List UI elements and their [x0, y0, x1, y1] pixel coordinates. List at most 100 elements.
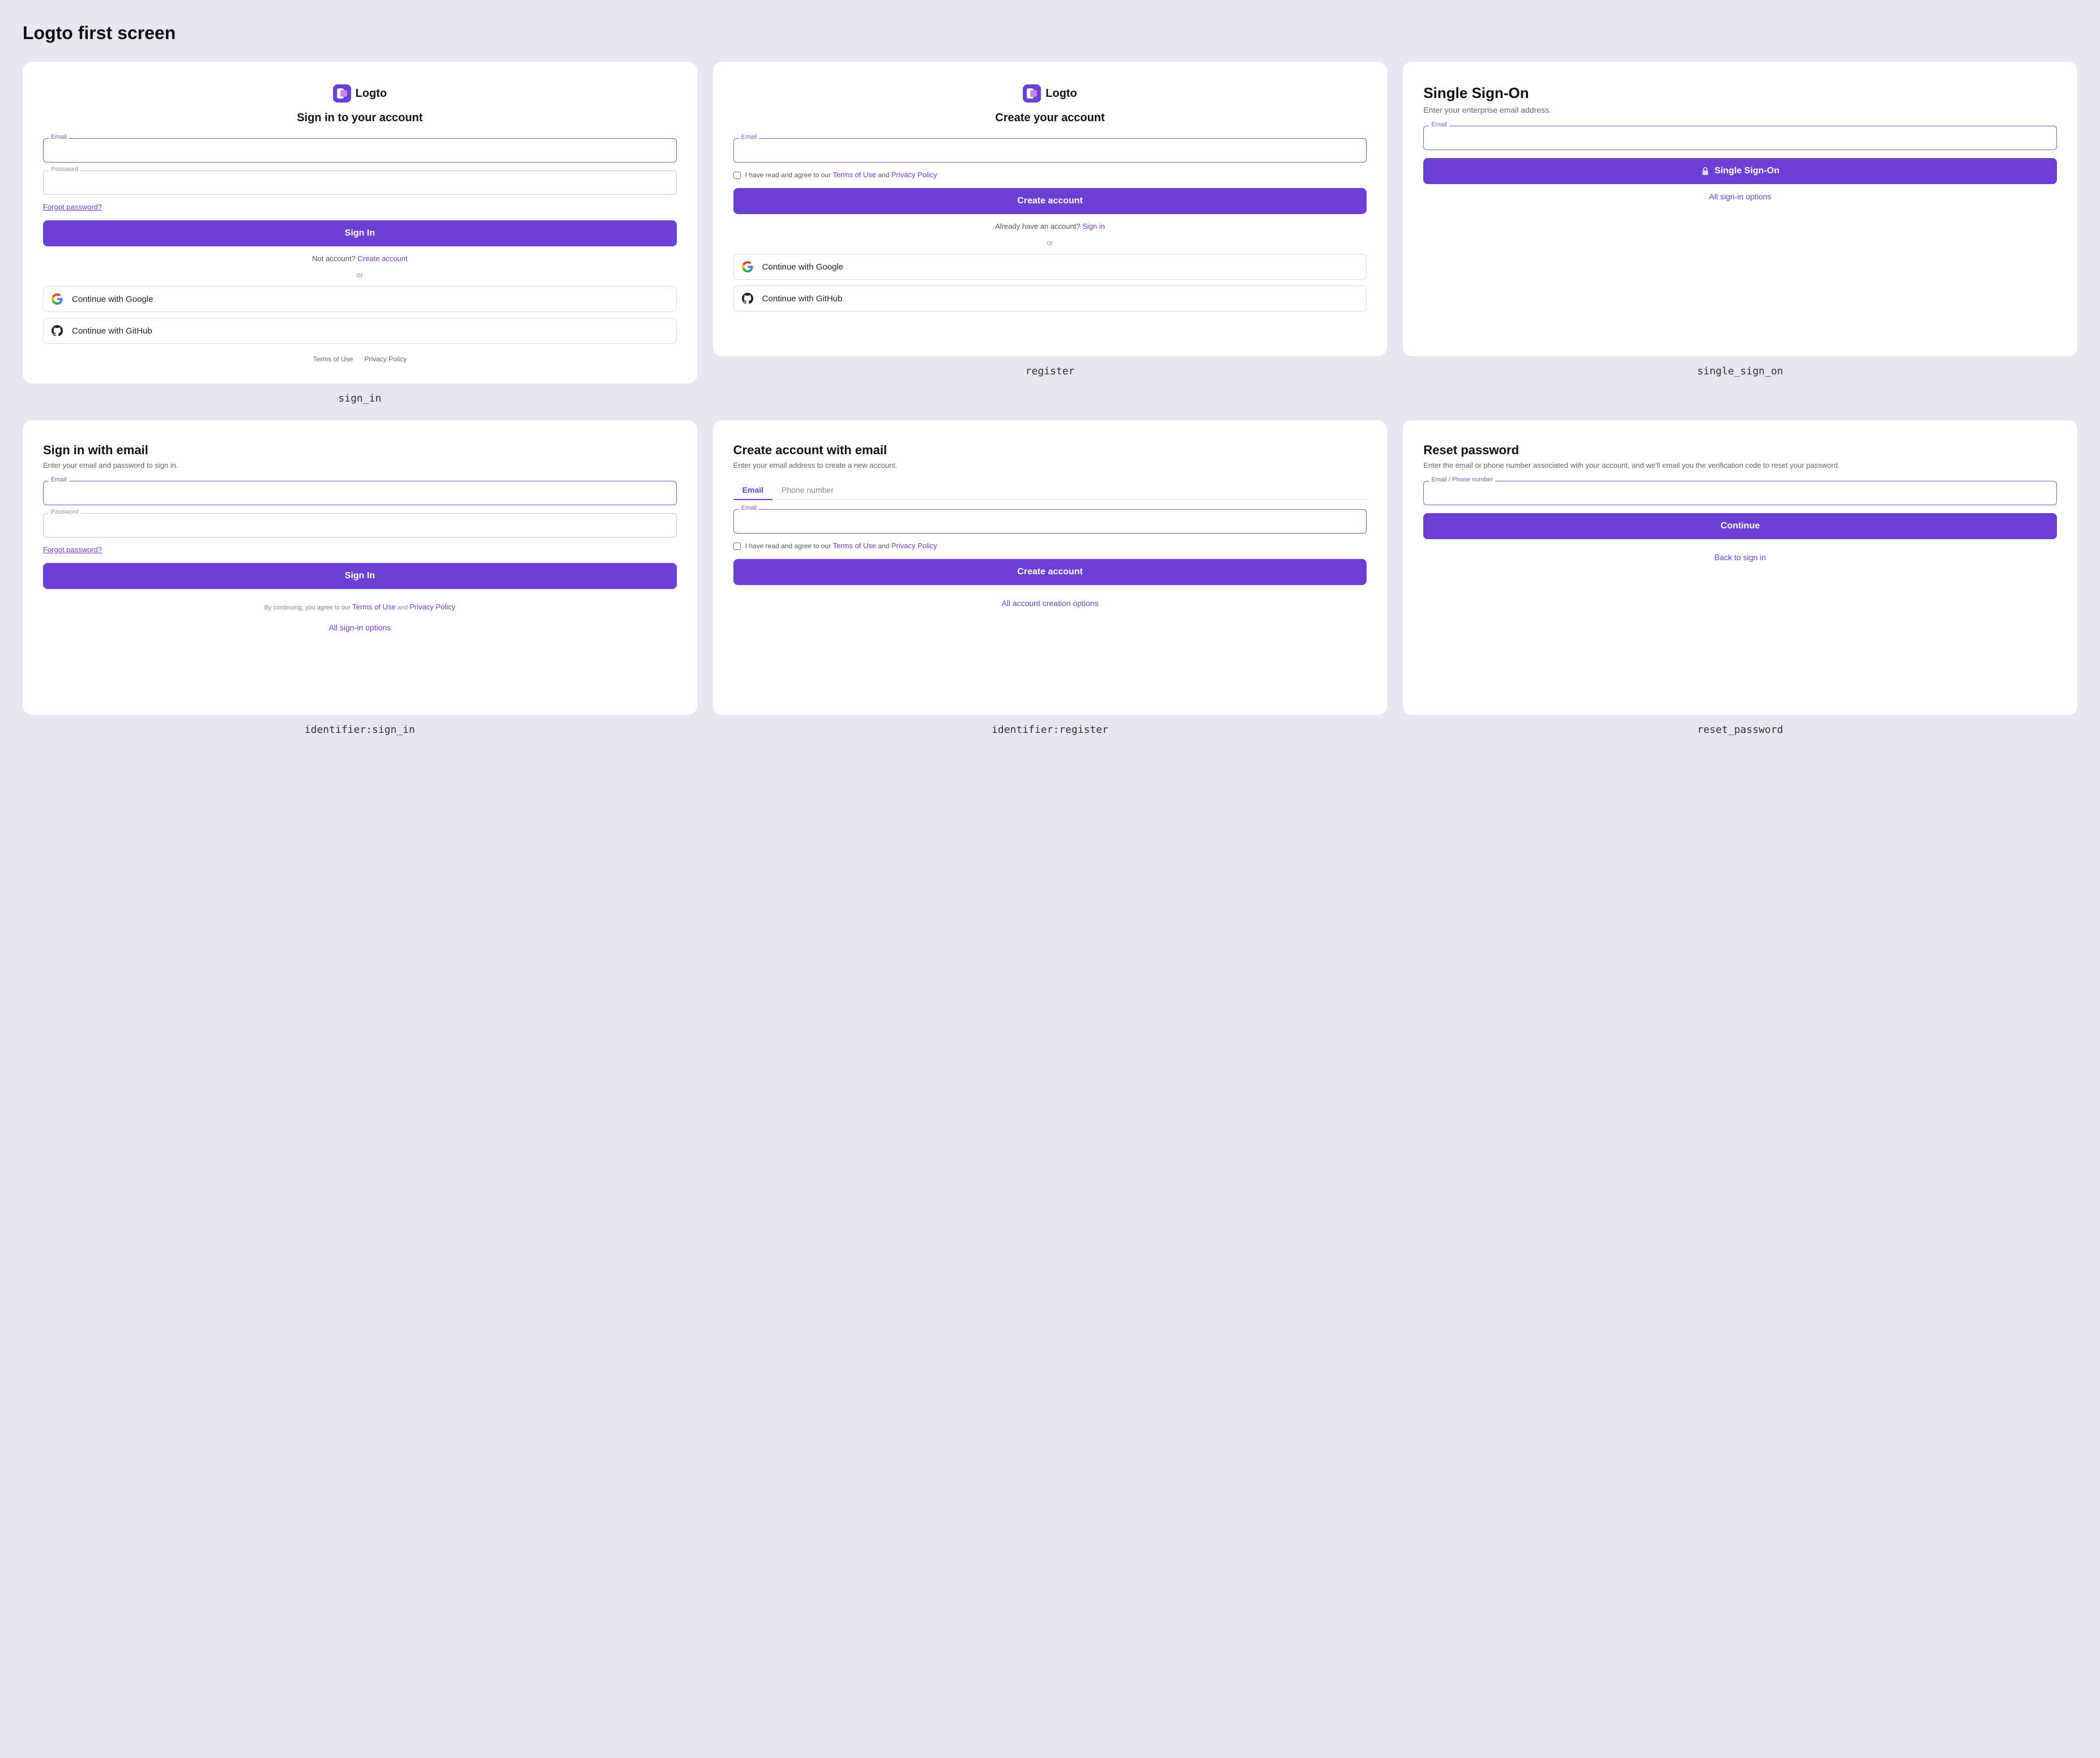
id-signin-terms-link[interactable]: Terms of Use: [352, 603, 396, 611]
register-privacy-link[interactable]: Privacy Policy: [891, 170, 937, 179]
sso-subheading: Enter your enterprise email address.: [1423, 105, 2057, 114]
id-signin-subheading: Enter your email and password to sign in…: [43, 461, 677, 470]
password-label: Password: [49, 166, 80, 173]
google-register-icon: [742, 261, 753, 272]
logo-area: Logto: [43, 84, 677, 103]
email-input-group: Email: [43, 138, 677, 163]
id-signin-password-input[interactable]: [43, 513, 677, 537]
privacy-link[interactable]: Privacy Policy: [364, 355, 407, 363]
id-signin-email-label: Email: [49, 476, 69, 483]
id-signin-privacy-link[interactable]: Privacy Policy: [409, 603, 455, 611]
id-register-terms-row: I have read and agree to our Terms of Us…: [733, 541, 1367, 550]
id-signin-button[interactable]: Sign In: [43, 563, 677, 589]
forgot-password-link[interactable]: Forgot password?: [43, 203, 677, 211]
register-terms-text: I have read and agree to our: [745, 171, 831, 179]
password-input-group: Password: [43, 170, 677, 195]
register-card-label: register: [713, 365, 1388, 377]
or-divider: or: [43, 271, 677, 279]
sso-card: Single Sign-On Enter your enterprise ema…: [1403, 62, 2077, 356]
sign-in-heading: Sign in to your account: [43, 112, 677, 125]
register-heading: Create your account: [733, 112, 1367, 125]
reset-pw-field-group: Email / Phone number: [1423, 481, 2057, 505]
sso-email-input[interactable]: [1423, 126, 2057, 150]
sso-card-label: single_sign_on: [1403, 365, 2077, 377]
id-register-card-label: identifier:register: [713, 724, 1388, 736]
github-signin-button[interactable]: Continue with GitHub: [43, 318, 677, 344]
google-signin-label: Continue with Google: [72, 295, 153, 304]
id-register-email-label: Email: [739, 505, 759, 511]
id-register-subheading: Enter your email address to create a new…: [733, 461, 1367, 470]
lock-icon: [1701, 167, 1710, 176]
reset-pw-field-label: Email / Phone number: [1429, 476, 1495, 483]
register-terms-link[interactable]: Terms of Use: [833, 170, 876, 179]
reset-password-card: Reset password Enter the email or phone …: [1403, 420, 2077, 715]
email-input[interactable]: [43, 138, 677, 163]
tab-email[interactable]: Email: [733, 481, 772, 500]
sign-in-link[interactable]: Sign in: [1082, 222, 1105, 231]
id-register-and: and: [878, 542, 889, 550]
id-signin-heading: Sign in with email: [43, 443, 677, 458]
identifier-register-card: Create account with email Enter your ema…: [713, 420, 1388, 715]
google-register-button[interactable]: Continue with Google: [733, 254, 1367, 280]
id-register-heading: Create account with email: [733, 443, 1367, 458]
google-icon: [52, 293, 63, 305]
id-register-privacy-link[interactable]: Privacy Policy: [891, 541, 937, 550]
reset-pw-heading: Reset password: [1423, 443, 2057, 458]
id-signin-password-label: Password: [49, 509, 80, 515]
id-register-terms-text: I have read and agree to our: [745, 542, 831, 550]
already-account-text: Already have an account? Sign in: [733, 222, 1367, 231]
password-input[interactable]: [43, 170, 677, 195]
register-terms-checkbox[interactable]: [733, 172, 741, 179]
reset-pw-card-label: reset_password: [1403, 724, 2077, 736]
all-signin-options-link[interactable]: All sign-in options: [43, 623, 677, 632]
github-register-button[interactable]: Continue with GitHub: [733, 285, 1367, 312]
create-account-button[interactable]: Create account: [733, 188, 1367, 214]
sso-button[interactable]: Single Sign-On: [1423, 158, 2057, 184]
sso-button-label: Single Sign-On: [1714, 166, 1779, 176]
register-terms-checkbox-row: I have read and agree to our Terms of Us…: [733, 170, 1367, 179]
email-label: Email: [49, 134, 69, 140]
register-and: and: [878, 171, 889, 179]
back-to-signin-link[interactable]: Back to sign in: [1423, 553, 2057, 562]
id-signin-terms-text: By continuing, you agree to our Terms of…: [43, 601, 677, 613]
google-register-label: Continue with Google: [762, 262, 843, 272]
logo-text: Logto: [356, 87, 387, 100]
identifier-sign-in-card: Sign in with email Enter your email and …: [23, 420, 697, 715]
github-register-icon: [742, 293, 753, 304]
github-signin-label: Continue with GitHub: [72, 326, 152, 336]
reset-pw-continue-button[interactable]: Continue: [1423, 513, 2057, 539]
tab-phone[interactable]: Phone number: [772, 481, 843, 499]
all-sign-in-options-link[interactable]: All sign-in options: [1423, 192, 2057, 201]
id-register-create-button[interactable]: Create account: [733, 559, 1367, 585]
id-signin-forgot-password-link[interactable]: Forgot password?: [43, 545, 677, 554]
reset-pw-field-input[interactable]: [1423, 481, 2057, 505]
sign-in-button[interactable]: Sign In: [43, 220, 677, 246]
id-register-terms-link[interactable]: Terms of Use: [833, 541, 876, 550]
footer-links: Terms of Use Privacy Policy: [43, 355, 677, 363]
terms-link[interactable]: Terms of Use: [313, 355, 353, 363]
github-icon: [52, 325, 63, 336]
id-signin-email-input[interactable]: [43, 481, 677, 505]
create-account-link[interactable]: Create account: [357, 254, 407, 263]
register-or-divider: or: [733, 238, 1367, 247]
id-signin-card-label: identifier:sign_in: [23, 724, 697, 736]
google-signin-button[interactable]: Continue with Google: [43, 286, 677, 312]
register-card: Logto Create your account Email I have r…: [713, 62, 1388, 356]
all-creation-options-link[interactable]: All account creation options: [733, 599, 1367, 608]
sso-email-input-group: Email: [1423, 126, 2057, 150]
id-signin-email-input-group: Email: [43, 481, 677, 505]
reset-pw-subheading: Enter the email or phone number associat…: [1423, 461, 2057, 470]
id-signin-password-input-group: Password: [43, 513, 677, 537]
no-account-text: Not account? Create account: [43, 254, 677, 263]
register-email-input[interactable]: [733, 138, 1367, 163]
sign-in-card-label: sign_in: [23, 392, 697, 404]
register-logo-text: Logto: [1045, 87, 1077, 100]
id-register-terms-checkbox[interactable]: [733, 543, 741, 550]
register-logto-logo-icon: [1023, 84, 1041, 103]
logto-logo-icon: [333, 84, 351, 103]
id-register-email-input[interactable]: [733, 509, 1367, 534]
register-email-input-group: Email: [733, 138, 1367, 163]
sign-in-card: Logto Sign in to your account Email Pass…: [23, 62, 697, 383]
register-email-label: Email: [739, 134, 759, 140]
sso-heading: Single Sign-On: [1423, 84, 2057, 102]
